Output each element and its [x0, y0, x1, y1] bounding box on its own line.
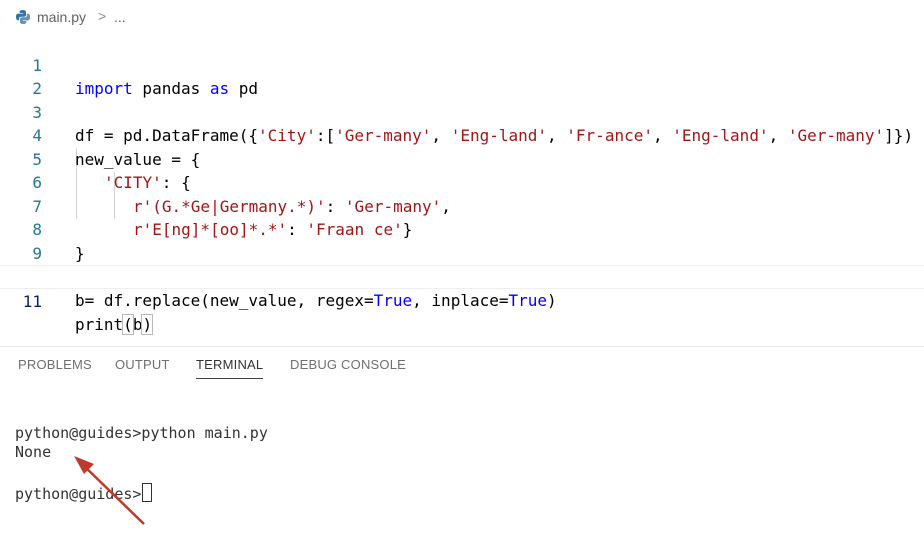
- code-line: 1 import pandas as pd: [0, 30, 924, 99]
- tab-debug-console[interactable]: DEBUG CONSOLE: [290, 357, 406, 378]
- code-line-current: 11 print(b): [0, 265, 924, 335]
- code-text: b: [132, 315, 143, 334]
- code-line: 2: [0, 54, 924, 98]
- breadcrumb: main.py > ...: [0, 0, 924, 34]
- terminal-command-line: python@guides>python main.py: [15, 424, 268, 442]
- code-line: 6 r'(G.*Ge|Germany.*)': 'Ger-many',: [0, 148, 924, 216]
- bracket-match: ): [141, 314, 154, 335]
- tab-problems[interactable]: PROBLEMS: [18, 357, 92, 378]
- breadcrumb-more[interactable]: ...: [114, 9, 126, 25]
- chevron-right-icon: >: [98, 8, 107, 24]
- code-line: 10 b= df.replace(new_value, regex=True, …: [0, 242, 924, 310]
- code-line: 8 }: [0, 195, 924, 263]
- keyword: True: [373, 290, 413, 310]
- code-line: 5 'CITY': {: [0, 124, 924, 193]
- code-line: 7 r'E[ng]*[oo]*.*': 'Fraan ce'}: [0, 171, 924, 240]
- code-text: b= df.replace(new_value, regex=: [75, 290, 374, 310]
- breadcrumb-file[interactable]: main.py: [37, 9, 86, 25]
- code-text: ): [547, 290, 557, 310]
- code-line: 4 new_value = {: [0, 101, 924, 169]
- code-editor[interactable]: 1 import pandas as pd 2 3 df = pd.DataFr…: [0, 30, 924, 335]
- code-line: 9: [0, 218, 924, 263]
- code-text: print: [75, 315, 124, 334]
- python-file-icon: [15, 9, 31, 25]
- code-line: 3 df = pd.DataFrame({'City':['Ger-many',…: [0, 77, 924, 146]
- line-number: 11: [22, 291, 42, 311]
- panel-divider: [0, 346, 924, 347]
- annotation-arrow-icon: [74, 456, 145, 525]
- keyword: True: [508, 290, 548, 310]
- terminal-output: None: [15, 443, 52, 461]
- code-text: , inplace=: [412, 290, 509, 310]
- tab-terminal[interactable]: TERMINAL: [196, 357, 264, 379]
- tab-output[interactable]: OUTPUT: [115, 357, 170, 378]
- bracket-match: (: [122, 314, 134, 335]
